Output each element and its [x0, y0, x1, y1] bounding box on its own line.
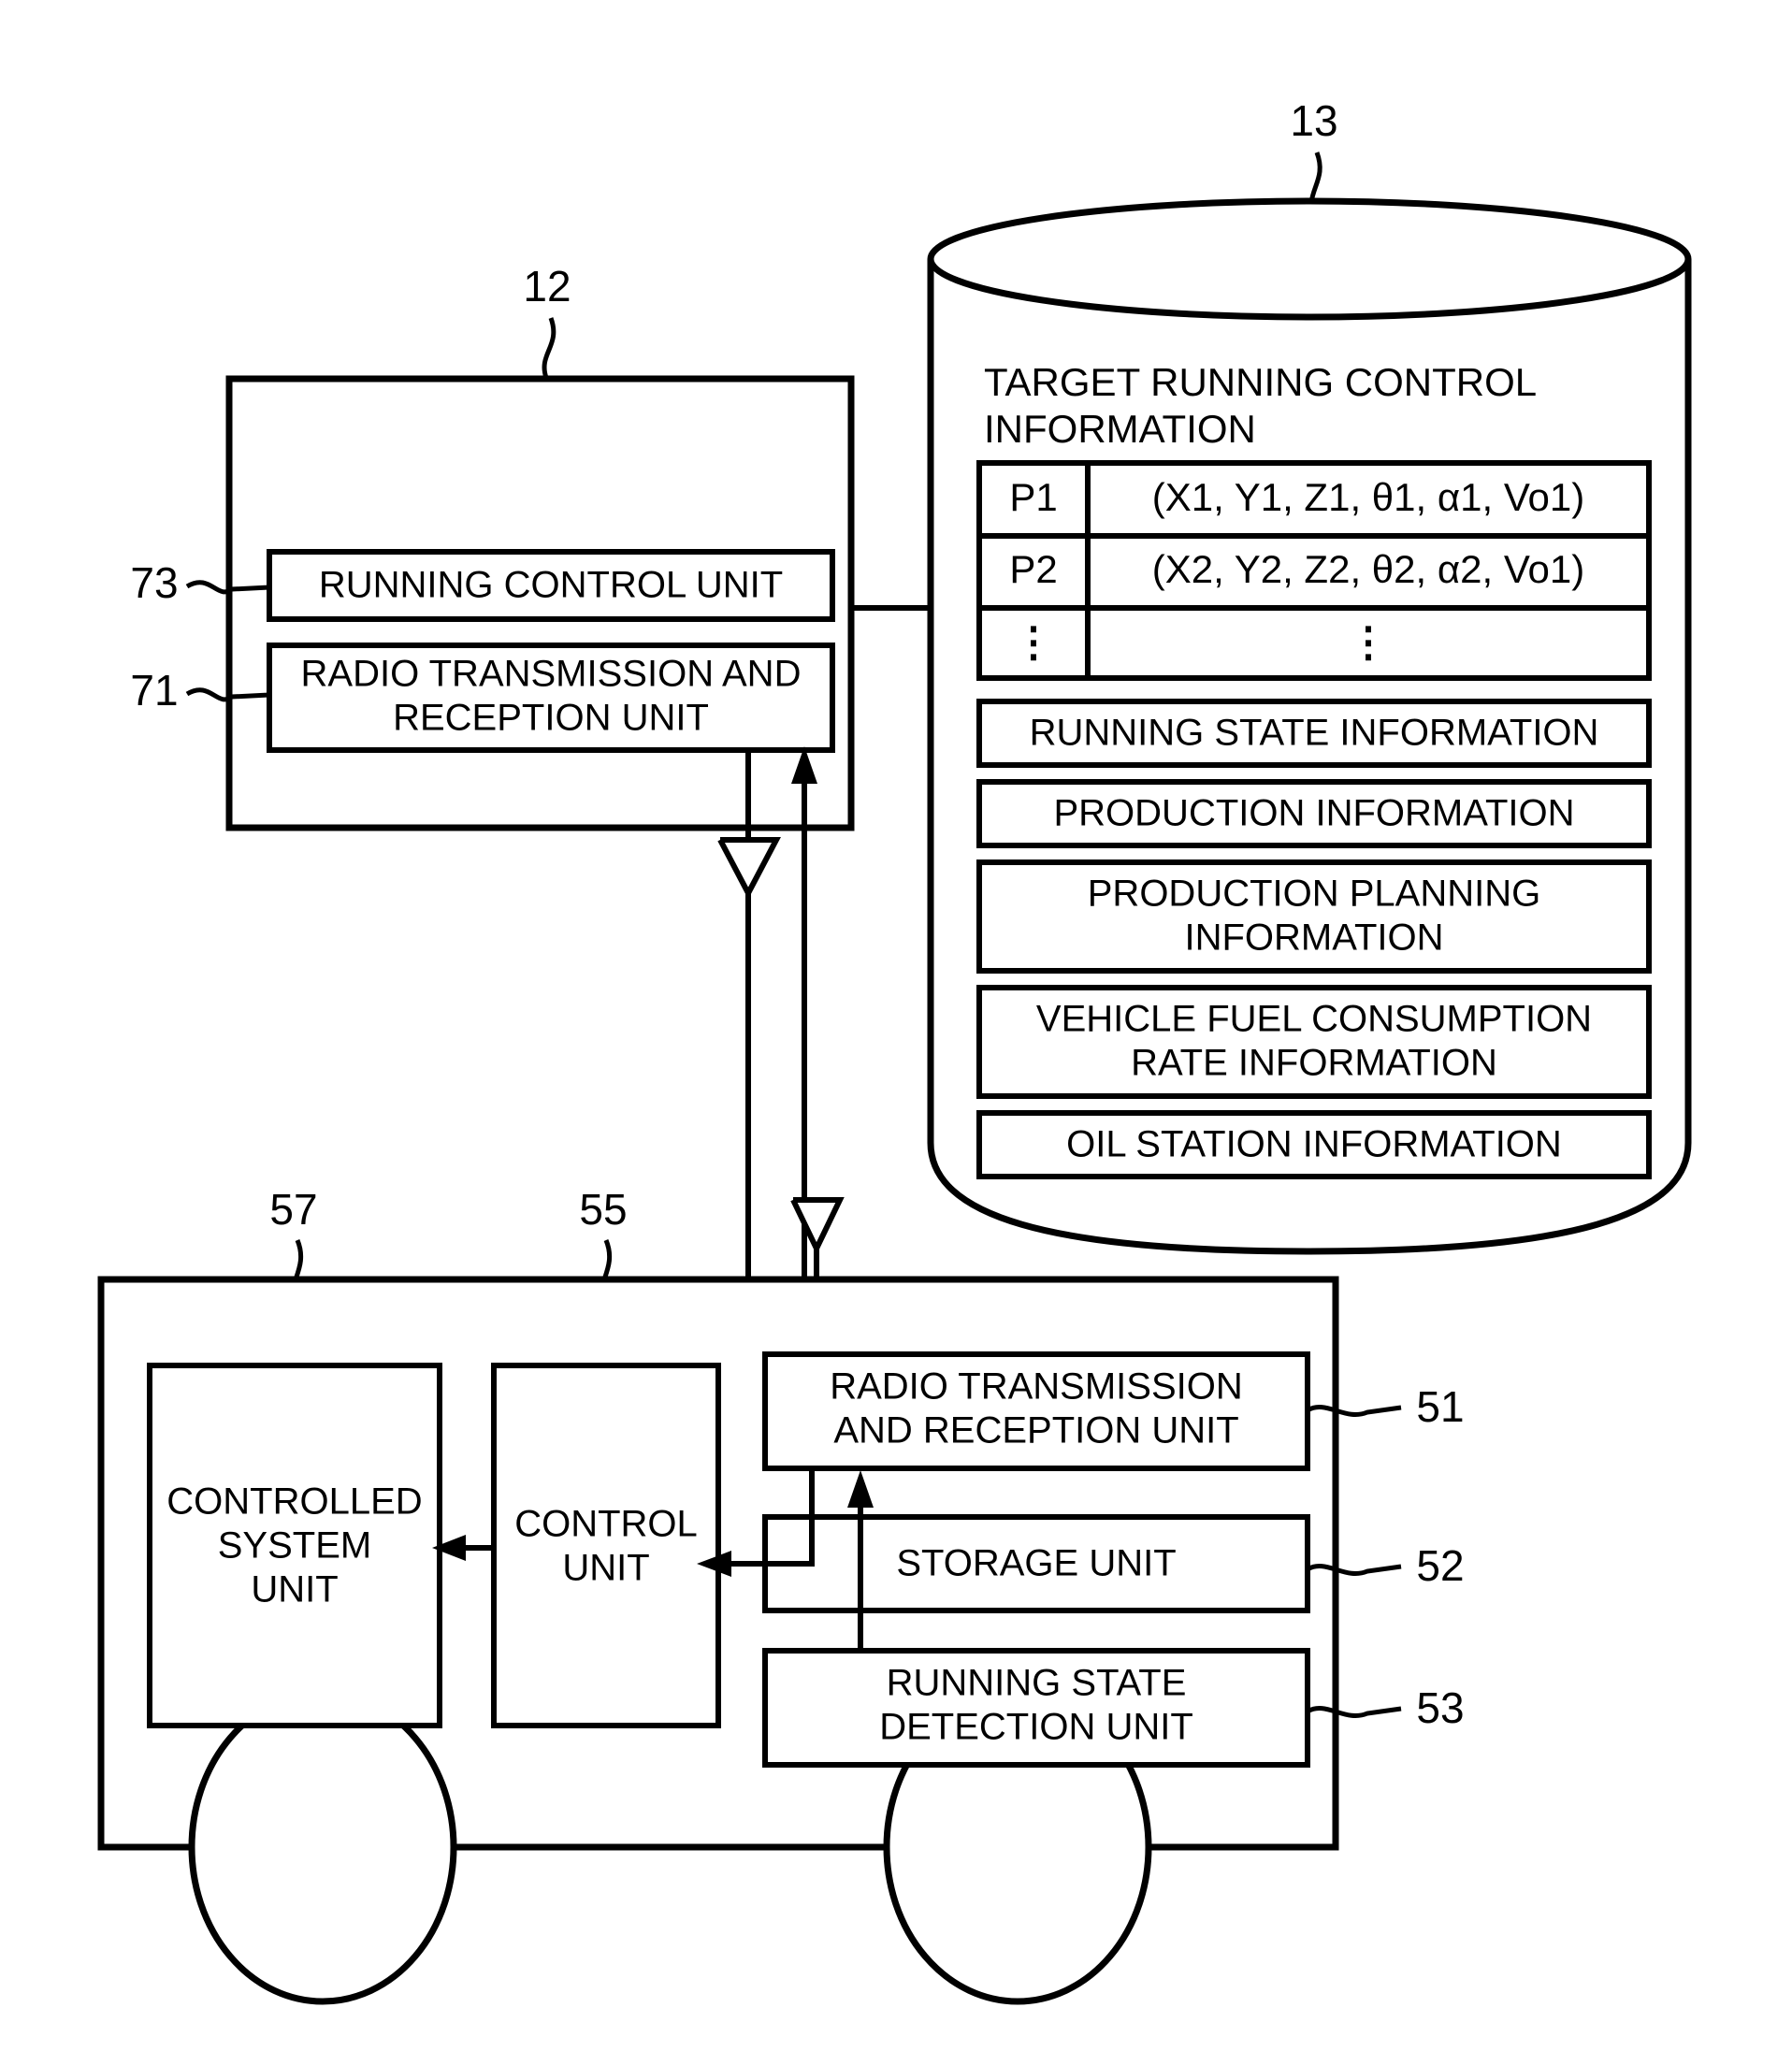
table-row-value: ⋮ — [1348, 620, 1389, 666]
ref-number-server-box: 12 — [523, 262, 571, 311]
ref-number-running-state-detection-unit: 53 — [1416, 1683, 1464, 1732]
control-unit-label-line1: CONTROL — [514, 1504, 698, 1545]
ground-radio-unit-label-line1: RADIO TRANSMISSION AND — [301, 654, 802, 695]
table-row-value: (X2, Y2, Z2, θ2, α2, Vo1) — [1152, 547, 1584, 591]
database-item-label: PRODUCTION INFORMATION — [1053, 793, 1574, 834]
ref-number-running-control-unit: 73 — [130, 558, 178, 607]
ref-number-vehicle-radio-unit: 51 — [1416, 1382, 1464, 1431]
database-item-label: RATE INFORMATION — [1131, 1043, 1497, 1084]
ref-number-database: 13 — [1290, 96, 1337, 145]
vehicle-radio-unit-label-line1: RADIO TRANSMISSION — [830, 1366, 1243, 1408]
vehicle-radio-unit-label-line2: AND RECEPTION UNIT — [833, 1410, 1238, 1452]
control-unit-label-line2: UNIT — [562, 1548, 649, 1589]
antenna-icon-vehicle — [790, 1197, 845, 1255]
wheel-icon-front — [188, 1689, 457, 2005]
ground-radio-unit-label-line2: RECEPTION UNIT — [393, 698, 709, 739]
database-item-label: OIL STATION INFORMATION — [1066, 1124, 1562, 1165]
controlled-system-unit-label-line3: UNIT — [251, 1569, 338, 1610]
leader-line-server-box — [542, 317, 556, 379]
database-item-label: PRODUCTION PLANNING — [1088, 874, 1541, 915]
table-row-key: P2 — [1009, 547, 1057, 591]
control-unit-box — [491, 1363, 721, 1728]
antenna-icon-ground — [717, 837, 781, 900]
running-state-detection-unit-label-line2: DETECTION UNIT — [879, 1707, 1193, 1748]
database-heading-line2: INFORMATION — [984, 407, 1256, 451]
database-item-label: INFORMATION — [1184, 917, 1443, 959]
ref-number-controlled-system-unit: 57 — [269, 1185, 317, 1234]
database-item-label: RUNNING STATE INFORMATION — [1030, 713, 1599, 754]
table-row-value: (X1, Y1, Z1, θ1, α1, Vo1) — [1152, 475, 1584, 519]
database-item-label: VEHICLE FUEL CONSUMPTION — [1036, 999, 1592, 1040]
ref-number-control-unit: 55 — [579, 1185, 627, 1234]
storage-unit-label: STORAGE UNIT — [896, 1543, 1176, 1584]
database-heading-line1: TARGET RUNNING CONTROL — [984, 360, 1537, 404]
table-row-key: ⋮ — [1013, 620, 1054, 666]
database-cylinder-top — [927, 197, 1692, 321]
ref-number-storage-unit: 52 — [1416, 1541, 1464, 1590]
controlled-system-unit-label-line2: SYSTEM — [218, 1525, 371, 1567]
patent-figure: 12 RUNNING CONTROL UNIT 73 RADIO TRANSMI… — [0, 0, 1792, 2051]
ref-number-ground-radio-unit: 71 — [130, 666, 178, 715]
table-row-key: P1 — [1009, 475, 1057, 519]
running-control-unit-label: RUNNING CONTROL UNIT — [319, 565, 783, 606]
target-running-control-table: P1 (X1, Y1, Z1, θ1, α1, Vo1) P2 (X2, Y2,… — [976, 460, 1652, 681]
controlled-system-unit-label-line1: CONTROLLED — [166, 1481, 422, 1523]
running-state-detection-unit-label-line1: RUNNING STATE — [887, 1663, 1187, 1704]
figure-canvas: 12 RUNNING CONTROL UNIT 73 RADIO TRANSMI… — [97, 96, 1692, 2005]
